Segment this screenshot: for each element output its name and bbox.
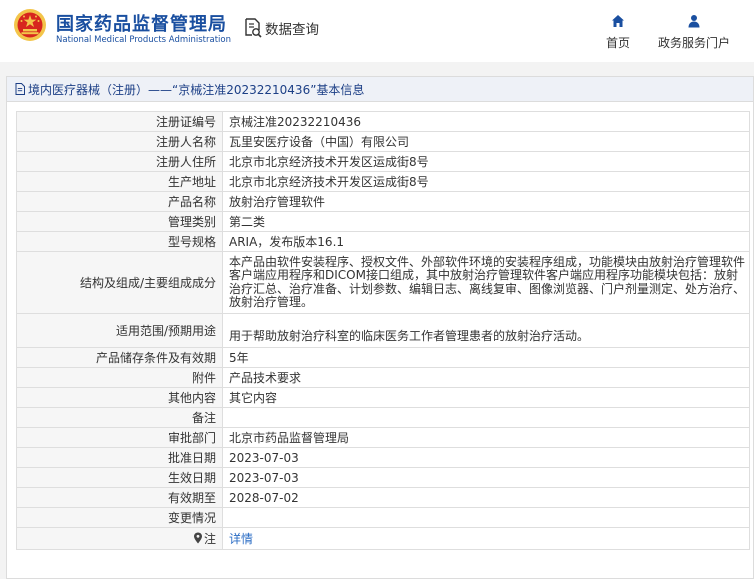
- table-row: 注册人住所 北京市北京经济技术开发区运成街8号: [16, 151, 750, 172]
- field-label: 附件: [16, 367, 223, 388]
- table-row: 型号规格 ARIA，发布版本16.1: [16, 231, 750, 252]
- field-label: 生效日期: [16, 467, 223, 488]
- field-value: 瓦里安医疗设备（中国）有限公司: [222, 131, 750, 152]
- field-value: [222, 407, 750, 428]
- field-label: 其他内容: [16, 387, 223, 408]
- field-value: 放射治疗管理软件: [222, 191, 750, 212]
- table-row: 审批部门 北京市药品监督管理局: [16, 427, 750, 448]
- field-value: [222, 507, 750, 528]
- nav-home-label: 首页: [606, 36, 631, 50]
- table-row: 有效期至 2028-07-02: [16, 487, 750, 508]
- table-row: 管理类别 第二类: [16, 211, 750, 232]
- field-label: 产品名称: [16, 191, 223, 212]
- field-value: 5年: [222, 347, 750, 368]
- field-label: 型号规格: [16, 231, 223, 252]
- panel-title-text: 境内医疗器械（注册）——“京械注准20232210436”基本信息: [28, 82, 365, 97]
- field-label: 注: [203, 531, 216, 546]
- table-row: 批准日期 2023-07-03: [16, 447, 750, 468]
- field-label: 有效期至: [16, 487, 223, 508]
- site-subtitle: National Medical Products Administration: [56, 35, 231, 45]
- table-row: 备注: [16, 407, 750, 428]
- field-value: 2028-07-02: [222, 487, 750, 508]
- field-label: 批准日期: [16, 447, 223, 468]
- details-link[interactable]: 详情: [229, 532, 253, 546]
- national-emblem-icon[interactable]: [13, 8, 47, 42]
- nav-service-portal-label: 政务服务门户: [658, 36, 731, 50]
- table-row: 其他内容 其它内容: [16, 387, 750, 408]
- field-value: 2023-07-03: [222, 467, 750, 488]
- field-label: 审批部门: [16, 427, 223, 448]
- note-label-cell: 注: [16, 527, 223, 550]
- location-pin-icon: [193, 532, 202, 543]
- field-label: 生产地址: [16, 171, 223, 192]
- field-label: 产品储存条件及有效期: [16, 347, 223, 368]
- document-icon: [15, 83, 25, 95]
- table-row: 结构及组成/主要组成成分 本产品由软件安装程序、授权文件、外部软件环境的安装程序…: [16, 251, 750, 314]
- field-label: 注册证编号: [16, 111, 223, 132]
- field-value: 北京市北京经济技术开发区运成街8号: [222, 151, 750, 172]
- field-value: 2023-07-03: [222, 447, 750, 468]
- field-value: 本产品由软件安装程序、授权文件、外部软件环境的安装程序组成，功能模块由放射治疗管…: [222, 251, 750, 314]
- nav-home[interactable]: 首页: [606, 14, 630, 51]
- field-label: 适用范围/预期用途: [16, 313, 223, 348]
- table-row: 生产地址 北京市北京经济技术开发区运成街8号: [16, 171, 750, 192]
- site-title[interactable]: 国家药品监督管理局: [56, 10, 227, 36]
- table-row: 附件 产品技术要求: [16, 367, 750, 388]
- document-search-icon: [245, 18, 262, 38]
- field-value: 京械注准20232210436: [222, 111, 750, 132]
- field-value: 产品技术要求: [222, 367, 750, 388]
- field-label: 变更情况: [16, 507, 223, 528]
- table-row: 注册人名称 瓦里安医疗设备（中国）有限公司: [16, 131, 750, 152]
- table-row: 产品储存条件及有效期 5年: [16, 347, 750, 368]
- info-table: 注册证编号 京械注准20232210436 注册人名称 瓦里安医疗设备（中国）有…: [16, 111, 750, 550]
- field-label: 备注: [16, 407, 223, 428]
- field-value: 其它内容: [222, 387, 750, 408]
- basic-info-panel: 境内医疗器械（注册）——“京械注准20232210436”基本信息 注册证编号 …: [6, 76, 754, 579]
- table-row: 变更情况: [16, 507, 750, 528]
- data-query-link[interactable]: 数据查询: [243, 17, 319, 39]
- panel-title: 境内医疗器械（注册）——“京械注准20232210436”基本信息: [7, 77, 753, 102]
- field-label: 注册人住所: [16, 151, 223, 172]
- field-label: 管理类别: [16, 211, 223, 232]
- table-row: 注册证编号 京械注准20232210436: [16, 111, 750, 132]
- home-icon: [612, 15, 624, 27]
- site-header: 国家药品监督管理局 National Medical Products Admi…: [0, 0, 754, 62]
- note-value-cell: 详情: [222, 527, 750, 550]
- field-value: ARIA，发布版本16.1: [222, 231, 750, 252]
- data-query-label: 数据查询: [265, 22, 319, 38]
- field-label: 结构及组成/主要组成成分: [16, 251, 223, 314]
- field-value: 第二类: [222, 211, 750, 232]
- table-row: 适用范围/预期用途 用于帮助放射治疗科室的临床医务工作者管理患者的放射治疗活动。: [16, 313, 750, 348]
- table-row: 产品名称 放射治疗管理软件: [16, 191, 750, 212]
- user-icon: [688, 15, 700, 28]
- table-row: 注 详情: [16, 527, 750, 550]
- table-row: 生效日期 2023-07-03: [16, 467, 750, 488]
- field-value: 北京市药品监督管理局: [222, 427, 750, 448]
- field-label: 注册人名称: [16, 131, 223, 152]
- field-value: 北京市北京经济技术开发区运成街8号: [222, 171, 750, 192]
- field-value: 用于帮助放射治疗科室的临床医务工作者管理患者的放射治疗活动。: [222, 313, 750, 348]
- nav-service-portal[interactable]: 政务服务门户: [658, 14, 730, 51]
